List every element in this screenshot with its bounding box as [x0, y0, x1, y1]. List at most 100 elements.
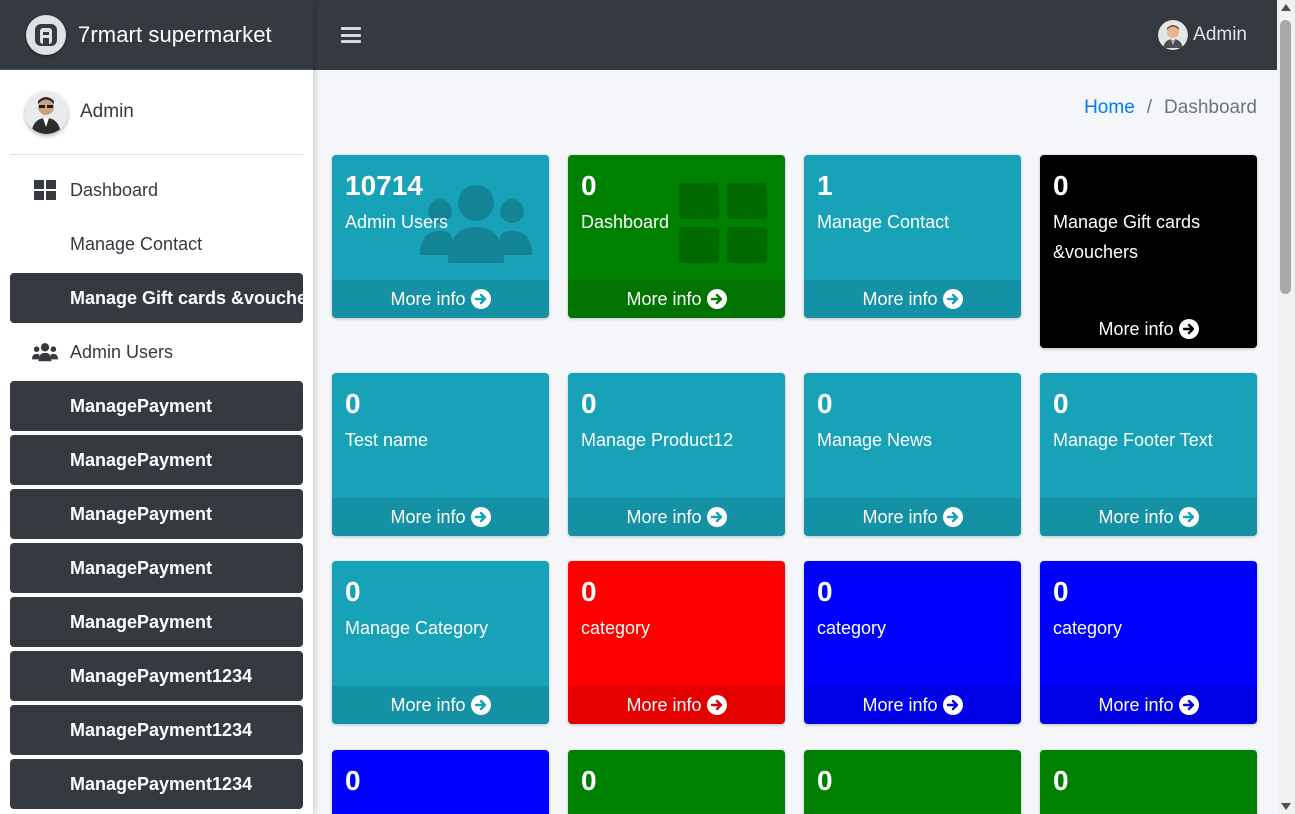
- more-info-link[interactable]: More info: [804, 686, 1021, 724]
- sidebar-user-panel[interactable]: Admin: [10, 70, 303, 155]
- sidebar-item-managepayment[interactable]: ManagePayment: [10, 489, 303, 539]
- small-box-partial: 0: [804, 750, 1021, 814]
- sidebar-item-label: ManagePayment: [70, 395, 213, 416]
- users-icon: [32, 342, 58, 362]
- sidebar-item-label: ManagePayment: [70, 611, 213, 632]
- breadcrumb-home-link[interactable]: Home: [1084, 97, 1135, 119]
- more-info-link[interactable]: More info: [568, 686, 785, 724]
- more-info-label: More info: [1098, 318, 1174, 339]
- sidebar-item-managepayment[interactable]: ManagePayment: [10, 597, 303, 647]
- dashboard-grid-icon: [32, 180, 58, 200]
- more-info-link[interactable]: More info: [804, 280, 1021, 318]
- sidebar-item-managepayment[interactable]: ManagePayment: [10, 543, 303, 593]
- arrow-circle-right-icon: [706, 289, 727, 309]
- box-count: 0: [345, 576, 361, 607]
- more-info-link[interactable]: More info: [332, 498, 549, 536]
- arrow-circle-right-icon: [470, 289, 491, 309]
- more-info-label: More info: [1098, 694, 1174, 715]
- top-avatar: [1158, 20, 1189, 50]
- small-box-manage-footer-text: 0 Manage Footer Text More info: [1040, 373, 1257, 536]
- hamburger-icon[interactable]: [341, 27, 361, 43]
- avatar: [25, 90, 68, 134]
- sidebar-item-admin-users[interactable]: Admin Users ‹: [10, 327, 303, 377]
- small-box-gift-cards: 0 Manage Gift cards &vouchers More info: [1040, 155, 1257, 348]
- box-label: Manage Product12: [581, 430, 734, 450]
- arrow-circle-right-icon: [706, 507, 727, 527]
- sidebar-item-label: ManagePayment1234: [70, 665, 253, 686]
- sidebar-item-manage-gift-cards[interactable]: Manage Gift cards &vouchers: [10, 273, 303, 323]
- box-count: 0: [345, 765, 361, 796]
- more-info-link[interactable]: More info: [1040, 498, 1257, 536]
- box-label: Manage Category: [345, 618, 489, 638]
- sidebar-item-label: Manage Contact: [70, 233, 203, 254]
- sidebar-item-label: ManagePayment: [70, 557, 213, 578]
- sidebar: 7rmart supermarket Admin Dashboard ‹ Ma: [0, 0, 313, 814]
- breadcrumb-separator: /: [1146, 97, 1153, 118]
- top-user-menu[interactable]: Admin: [1158, 20, 1247, 50]
- sidebar-item-label: ManagePayment1234: [70, 719, 253, 740]
- more-info-label: More info: [626, 694, 702, 715]
- small-box-partial: 0: [332, 750, 549, 814]
- sidebar-item-label: ManagePayment1234: [70, 773, 253, 794]
- box-count: 0: [1053, 170, 1069, 201]
- scroll-up-arrow-icon[interactable]: [1281, 4, 1291, 11]
- scrollbar-thumb[interactable]: [1280, 20, 1291, 294]
- box-count: 10714: [345, 170, 423, 201]
- arrow-circle-right-icon: [942, 695, 963, 715]
- top-navbar: Admin: [313, 0, 1277, 70]
- more-info-link[interactable]: More info: [568, 498, 785, 536]
- scroll-down-arrow-icon[interactable]: [1281, 803, 1291, 810]
- more-info-link[interactable]: More info: [332, 280, 549, 318]
- sidebar-item-managepayment[interactable]: ManagePayment: [10, 435, 303, 485]
- sidebar-item-managepayment[interactable]: ManagePayment: [10, 381, 303, 431]
- more-info-link[interactable]: More info: [1040, 310, 1257, 348]
- small-box-admin-users: 10714 Admin Users More info: [332, 155, 549, 318]
- box-label: Manage Contact: [817, 212, 950, 232]
- sidebar-item-managepayment1234[interactable]: ManagePayment1234: [10, 705, 303, 755]
- box-count: 0: [1053, 388, 1069, 419]
- small-box-manage-category: 0 Manage Category More info: [332, 561, 549, 724]
- box-count: 0: [1053, 765, 1069, 796]
- sidebar-item-dashboard[interactable]: Dashboard ‹: [10, 165, 303, 215]
- brand-title: 7rmart supermarket: [78, 21, 272, 47]
- sidebar-item-label: Manage Gift cards &vouchers: [70, 287, 303, 308]
- box-label: Admin Users: [345, 212, 449, 232]
- arrow-circle-right-icon: [942, 507, 963, 527]
- sidebar-item-manage-contact[interactable]: Manage Contact: [10, 219, 303, 269]
- box-count: 1: [817, 170, 833, 201]
- box-count: 0: [581, 765, 597, 796]
- box-count: 0: [581, 576, 597, 607]
- box-count: 0: [817, 388, 833, 419]
- arrow-circle-right-icon: [942, 289, 963, 309]
- adminlte-logo-icon: [26, 14, 66, 55]
- box-label: category: [817, 618, 887, 638]
- page-scrollbar[interactable]: [1277, 0, 1295, 814]
- sidebar-item-managepayment1234[interactable]: ManagePayment1234: [10, 651, 303, 701]
- more-info-label: More info: [626, 288, 702, 309]
- more-info-link[interactable]: More info: [568, 280, 785, 318]
- small-box-category: 0 category More info: [1040, 561, 1257, 724]
- box-count: 0: [817, 576, 833, 607]
- more-info-label: More info: [626, 506, 702, 527]
- box-label: Manage News: [817, 430, 933, 450]
- sidebar-item-managepayment1234[interactable]: ManagePayment1234: [10, 759, 303, 809]
- more-info-link[interactable]: More info: [1040, 686, 1257, 724]
- brand-link[interactable]: 7rmart supermarket: [0, 0, 313, 70]
- top-user-name: Admin: [1193, 24, 1247, 45]
- more-info-link[interactable]: More info: [332, 686, 549, 724]
- sidebar-user-name: Admin: [80, 101, 134, 122]
- more-info-label: More info: [390, 506, 466, 527]
- arrow-circle-right-icon: [1178, 695, 1199, 715]
- arrow-circle-right-icon: [1178, 319, 1199, 339]
- chevron-left-icon: ‹: [302, 345, 303, 361]
- chevron-left-icon: ‹: [302, 183, 303, 199]
- small-box-manage-product12: 0 Manage Product12 More info: [568, 373, 785, 536]
- more-info-label: More info: [862, 506, 938, 527]
- arrow-circle-right-icon: [706, 695, 727, 715]
- box-count: 0: [581, 170, 597, 201]
- more-info-label: More info: [862, 694, 938, 715]
- more-info-label: More info: [1098, 506, 1174, 527]
- small-box-manage-news: 0 Manage News More info: [804, 373, 1021, 536]
- more-info-link[interactable]: More info: [804, 498, 1021, 536]
- breadcrumb-active: Dashboard: [1164, 97, 1257, 118]
